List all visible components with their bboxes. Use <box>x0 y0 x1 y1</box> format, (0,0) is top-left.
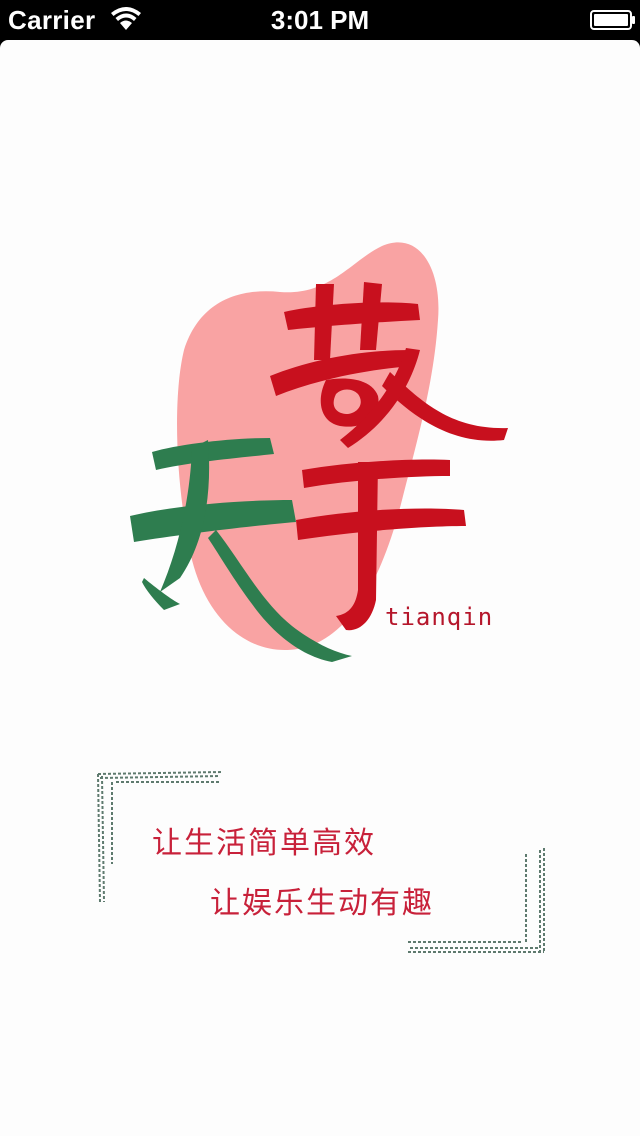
splash-screen: tianqin 让生活简单高效 让娱乐生动有趣 <box>0 40 640 1136</box>
status-time: 3:01 PM <box>270 5 370 35</box>
battery-icon <box>590 10 635 30</box>
slogan-line-1: 让生活简单高效 <box>152 826 376 861</box>
app-logo <box>130 242 508 662</box>
slogan-frame <box>97 771 545 953</box>
slogan-line-2: 让娱乐生动有趣 <box>210 886 434 921</box>
status-bar: Carrier 3:01 PM <box>0 0 640 40</box>
logo-romanization: tianqin <box>385 603 494 631</box>
